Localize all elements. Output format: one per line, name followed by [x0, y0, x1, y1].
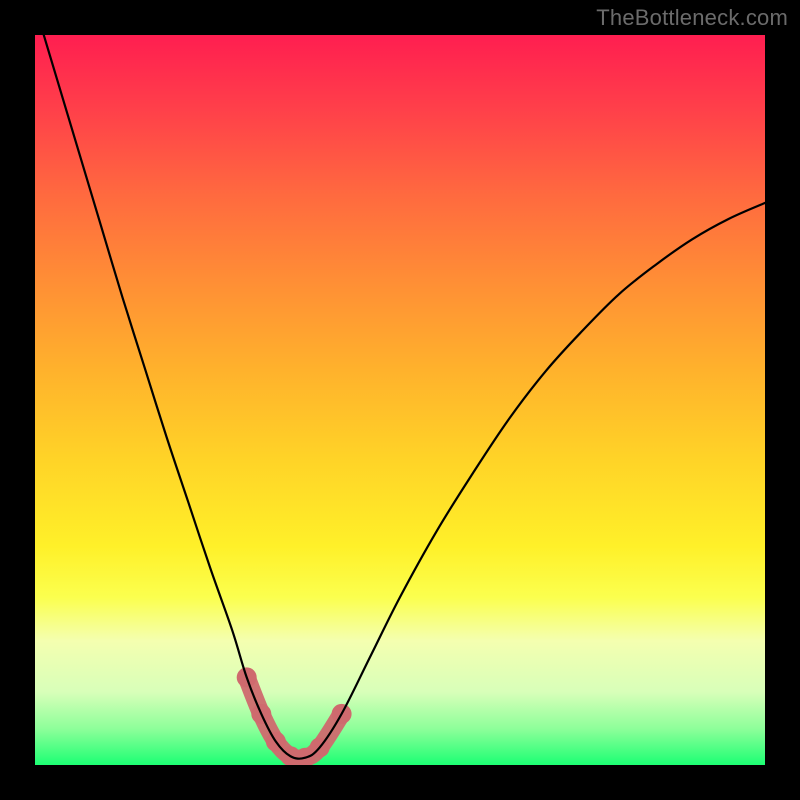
valley-dots	[237, 667, 352, 765]
bottleneck-curve	[35, 35, 765, 759]
chart-svg	[35, 35, 765, 765]
plot-area	[35, 35, 765, 765]
watermark-text: TheBottleneck.com	[596, 5, 788, 31]
chart-frame: TheBottleneck.com	[0, 0, 800, 800]
